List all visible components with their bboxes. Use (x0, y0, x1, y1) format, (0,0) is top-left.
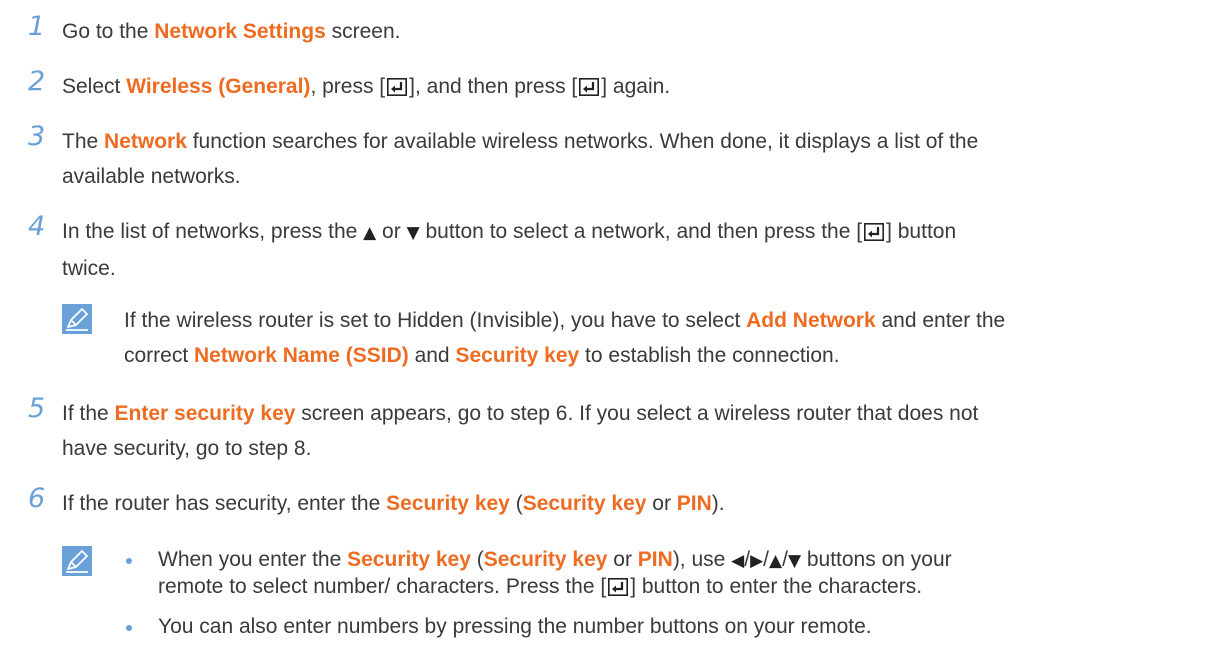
step-5: 5 If the Enter security key screen appea… (0, 393, 1195, 466)
enter-key-icon (387, 78, 408, 96)
step-text: Select Wireless (General), press [], and… (62, 75, 671, 98)
menu-term: PIN (676, 492, 712, 515)
step-2: 2 Select Wireless (General), press [], a… (0, 66, 1195, 104)
step-1: 1 Go to the Network Settings screen. (0, 11, 1195, 49)
step-6: 6 If the router has security, enter the … (0, 483, 1195, 521)
menu-term: Security key (455, 344, 580, 367)
up-arrow-icon: ▲ (363, 223, 377, 243)
left-arrow-icon: ◀ (731, 551, 745, 571)
menu-term: PIN (637, 548, 673, 571)
menu-term: Add Network (746, 309, 876, 332)
step-number: 6 (28, 483, 46, 514)
bullet-dot-icon (126, 625, 132, 631)
note-text: If the wireless router is set to Hidden … (124, 309, 1006, 367)
note-pencil-icon (62, 546, 92, 576)
bullet-dot-icon (126, 558, 132, 564)
list-item: You can also enter numbers by pressing t… (124, 614, 1195, 639)
step-text: If the Enter security key screen appears… (62, 402, 979, 460)
step-number: 1 (28, 11, 46, 42)
menu-term: Network Name (SSID) (194, 344, 409, 367)
step-4: 4 In the list of networks, press the ▲ o… (0, 211, 1195, 286)
menu-term: Enter security key (114, 402, 296, 425)
menu-term: Security key (522, 492, 647, 515)
menu-term: Network (104, 130, 187, 153)
down-arrow-icon: ▼ (406, 223, 420, 243)
step-text: In the list of networks, press the ▲ or … (62, 220, 957, 280)
menu-term: Network Settings (154, 20, 326, 43)
enter-key-icon (864, 223, 885, 241)
step-text: If the router has security, enter the Se… (62, 492, 725, 515)
list-item: When you enter the Security key (Securit… (124, 547, 1195, 599)
menu-term: Wireless (General) (126, 75, 311, 98)
step-3: 3 The Network function searches for avai… (0, 121, 1195, 194)
step-number: 5 (28, 393, 46, 424)
enter-key-icon (608, 578, 629, 596)
note-hidden-router: If the wireless router is set to Hidden … (62, 303, 1195, 373)
note-bullet-list: When you enter the Security key (Securit… (124, 547, 1195, 639)
note-security-key: When you enter the Security key (Securit… (62, 545, 1195, 639)
menu-term: Security key (347, 548, 471, 571)
step-text: The Network function searches for availa… (62, 130, 979, 188)
menu-term: Security key (386, 492, 510, 515)
menu-term: Security key (483, 548, 608, 571)
step-text: Go to the Network Settings screen. (62, 20, 401, 43)
step-number: 3 (28, 121, 46, 152)
up-arrow-icon: ▲ (769, 551, 783, 571)
enter-key-icon (579, 78, 600, 96)
step-number: 2 (28, 66, 46, 97)
down-arrow-icon: ▼ (787, 551, 802, 571)
step-number: 4 (28, 211, 46, 242)
note-pencil-icon (62, 304, 92, 334)
right-arrow-icon: ▶ (750, 551, 764, 571)
